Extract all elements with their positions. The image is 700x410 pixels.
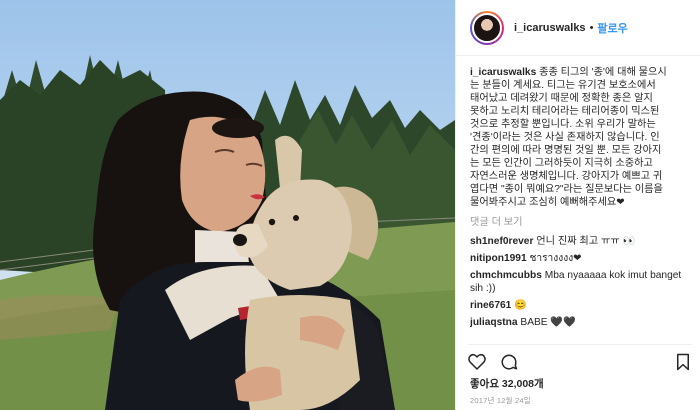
bookmark-icon[interactable] [676,353,690,371]
comment-username[interactable]: chmchmcubbs [470,270,542,281]
caption-line: 자연스러운 생명체입니다. 강아지가 예쁘고 귀 [470,171,663,182]
caption-line: '견종'이라는 것은 사실 존재하지 않습니다. 인 [470,132,660,143]
comment-text: BABE 🖤🖤 [520,317,576,328]
comment-username[interactable]: rine6761 [470,300,511,311]
comment-text: 언니 진짜 최고 ㅠㅠ 👀 [536,236,636,247]
follow-button[interactable]: 팔로우 [597,20,627,36]
comment-icon[interactable] [500,353,518,371]
caption: i_icaruswalks 종종 티그의 '종'에 대해 물으시 는 분들이 계… [470,66,690,209]
photo-illustration [0,55,455,410]
caption-line: 간의 편의에 따라 명명된 것일 뿐. 모든 강아지 [470,145,662,156]
action-bar [468,344,692,374]
caption-line: 태어났고 데려왔기 때문에 정확한 종은 알지 [470,93,653,104]
comment-username[interactable]: juliaqstna [470,317,518,328]
avatar[interactable] [470,10,504,45]
comment-item: nitipon1991 ชารางงงง❤ [470,252,690,265]
comments-list[interactable]: i_icaruswalks 종종 티그의 '종'에 대해 물으시 는 분들이 계… [470,66,690,342]
caption-line: 물어봐주시고 조심히 예뻐해주세요❤ [470,197,625,208]
caption-line: 못하고 노리치 테리어라는 테리어종이 믹스된 [470,106,660,117]
likes-count[interactable]: 좋아요 32,008개 [470,376,544,391]
post-photo[interactable] [0,0,455,410]
comment-item: chmchmcubbs Mba nyaaaaa kok imut banget … [470,269,690,295]
comment-username[interactable]: nitipon1991 [470,253,527,264]
comment-item: sh1nef0rever 언니 진짜 최고 ㅠㅠ 👀 [470,235,690,248]
caption-username[interactable]: i_icaruswalks [470,67,536,78]
separator-dot: • [589,21,594,34]
comment-username[interactable]: sh1nef0rever [470,236,533,247]
comment-text: ชารางงงง❤ [529,253,582,264]
load-more-comments[interactable]: 댓글 더 보기 [470,216,690,229]
post-header: i_icaruswalks • 팔로우 [456,0,700,56]
heart-icon[interactable] [468,353,486,370]
caption-line: 종종 티그의 '종'에 대해 물으시 [536,67,667,78]
post-sidebar: i_icaruswalks • 팔로우 i_icaruswalks 종종 티그의… [455,0,700,410]
post-date: 2017년 12월 24일 [470,396,531,405]
avatar-image [472,12,502,43]
caption-line: 는 모든 인간이 그러하듯이 지극히 소중하고 [470,158,653,169]
header-username[interactable]: i_icaruswalks [514,22,586,34]
caption-line: 는 분들이 계세요. 티그는 유기견 보호소에서 [470,80,656,91]
comment-item: rine6761 😊 [470,299,690,312]
caption-line: 것으로 추정할 뿐입니다. 소위 우리가 말하는 [470,119,656,130]
comment-text: 😊 [514,300,527,311]
caption-line: 엽다면 "종이 뭐예요?"라는 질문보다는 이름을 [470,184,663,195]
comment-item: juliaqstna BABE 🖤🖤 [470,316,690,329]
